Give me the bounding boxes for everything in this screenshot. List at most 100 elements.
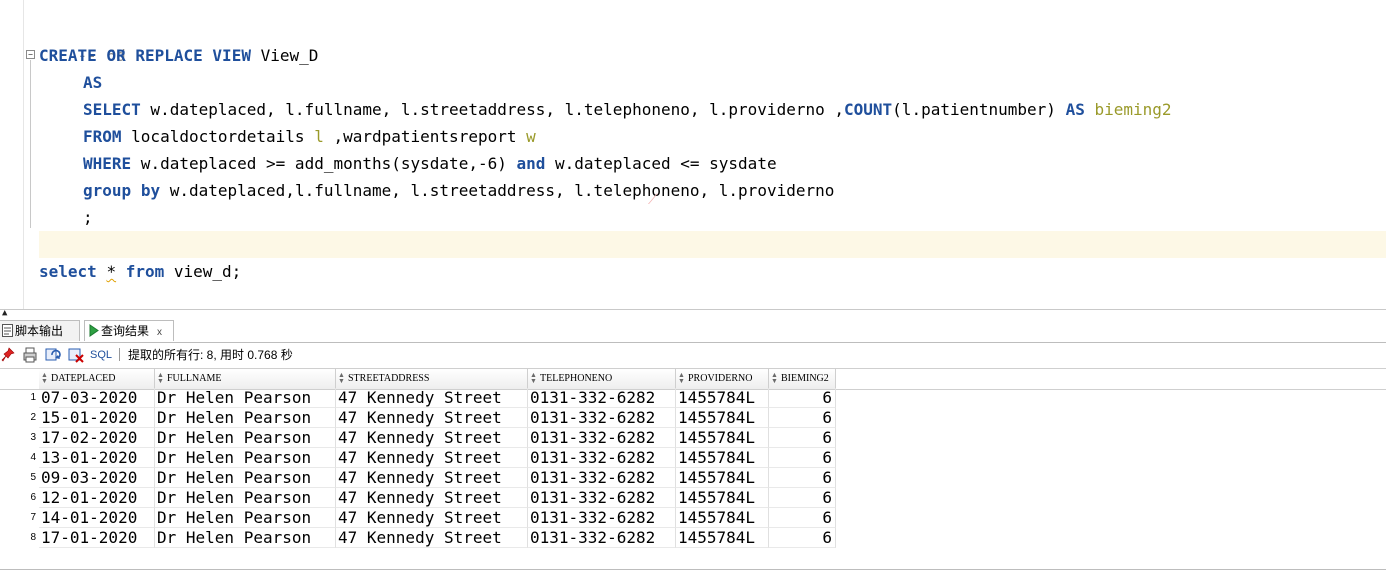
cell-telephoneno[interactable]: 0131-332-6282 [528,428,676,448]
cell-dateplaced[interactable]: 17-01-2020 [39,528,155,548]
cell-telephoneno[interactable]: 0131-332-6282 [528,388,676,408]
cell-dateplaced[interactable]: 12-01-2020 [39,488,155,508]
cell-providerno[interactable]: 1455784L [676,388,769,408]
export-icon[interactable] [67,346,85,364]
pin-icon[interactable] [0,346,18,364]
column-header-providerno[interactable]: ▲ ▼ PROVIDERNO [676,369,769,389]
table-row[interactable]: 8 17-01-2020 Dr Helen Pearson 47 Kennedy… [0,528,836,548]
close-icon[interactable]: x [157,327,162,338]
fold-collapse-icon[interactable]: − [26,50,35,59]
cell-streetaddress[interactable]: 47 Kennedy Street [336,408,528,428]
keyword-by: by [140,181,161,200]
cell-providerno[interactable]: 1455784L [676,508,769,528]
refresh-icon[interactable] [44,346,62,364]
fetch-status-text: 提取的所有行: 8, 用时 0.768 秒 [128,348,293,362]
cell-providerno[interactable]: 1455784L [676,408,769,428]
cell-dateplaced[interactable]: 17-02-2020 [39,428,155,448]
sort-icon[interactable]: ▲ ▼ [771,372,778,385]
cell-streetaddress[interactable]: 47 Kennedy Street [336,508,528,528]
cell-streetaddress[interactable]: 47 Kennedy Street [336,468,528,488]
cell-telephoneno[interactable]: 0131-332-6282 [528,528,676,548]
cell-dateplaced[interactable]: 07-03-2020 [39,388,155,408]
cell-fullname[interactable]: Dr Helen Pearson [155,408,336,428]
cell-streetaddress[interactable]: 47 Kennedy Street [336,388,528,408]
tab-query-result[interactable]: 查询结果 x [84,320,174,341]
code-line-select[interactable]: SELECT w.dateplaced, l.fullname, l.stree… [83,96,1172,123]
cell-telephoneno[interactable]: 0131-332-6282 [528,488,676,508]
cell-bieming2[interactable]: 6 [769,448,836,468]
table-row[interactable]: 2 15-01-2020 Dr Helen Pearson 47 Kennedy… [0,408,836,428]
cell-providerno[interactable]: 1455784L [676,428,769,448]
cell-fullname[interactable]: Dr Helen Pearson [155,428,336,448]
where-condition-1: w.dateplaced >= add_months(sysdate, [131,154,478,173]
cell-fullname[interactable]: Dr Helen Pearson [155,528,336,548]
code-line-where[interactable]: WHERE w.dateplaced >= add_months(sysdate… [83,150,777,177]
cell-fullname[interactable]: Dr Helen Pearson [155,388,336,408]
column-header-streetaddress[interactable]: ▲ ▼ STREETADDRESS [336,369,528,389]
cell-bieming2[interactable]: 6 [769,428,836,448]
tab-script-output[interactable]: 脚本输出x [0,320,80,358]
cell-telephoneno[interactable]: 0131-332-6282 [528,508,676,528]
where-condition-2: w.dateplaced <= sysdate [545,154,777,173]
results-grid[interactable]: ▲ ▼ DATEPLACED ▲ ▼ FULLNAME ▲ ▼ STREETADDRESS … [0,368,1386,570]
cell-fullname[interactable]: Dr Helen Pearson [155,468,336,488]
cell-telephoneno[interactable]: 0131-332-6282 [528,448,676,468]
cell-bieming2[interactable]: 6 [769,468,836,488]
cell-providerno[interactable]: 1455784L [676,528,769,548]
keyword-group: group [83,181,132,200]
cell-bieming2[interactable]: 6 [769,408,836,428]
cursor-mark: ⟋ [648,192,658,208]
cell-providerno[interactable]: 1455784L [676,488,769,508]
cell-fullname[interactable]: Dr Helen Pearson [155,488,336,508]
cell-providerno[interactable]: 1455784L [676,468,769,488]
sort-icon[interactable]: ▲ ▼ [678,372,685,385]
cell-providerno[interactable]: 1455784L [676,448,769,468]
row-number: 1 [30,392,36,403]
cell-telephoneno[interactable]: 0131-332-6282 [528,468,676,488]
code-line-semicolon[interactable]: ; [83,204,93,231]
table-row[interactable]: 5 09-03-2020 Dr Helen Pearson 47 Kennedy… [0,468,836,488]
code-line-create-view[interactable]: CREATE OR REPLACE VIEW View_D [39,42,318,69]
sort-icon[interactable]: ▲ ▼ [41,372,48,385]
cell-bieming2[interactable]: 6 [769,488,836,508]
cell-dateplaced[interactable]: 14-01-2020 [39,508,155,528]
row-number: 4 [30,452,36,463]
cell-bieming2[interactable]: 6 [769,528,836,548]
sort-icon[interactable]: ▲ ▼ [338,372,345,385]
code-line-comment[interactable]: -- 6d [39,15,126,65]
cell-dateplaced[interactable]: 13-01-2020 [39,448,155,468]
column-header-bieming2[interactable]: ▲ ▼ BIEMING2 [769,369,836,389]
keyword-replace: REPLACE [135,46,203,65]
sql-button[interactable]: SQL [90,347,112,363]
cell-dateplaced[interactable]: 15-01-2020 [39,408,155,428]
table-row[interactable]: 6 12-01-2020 Dr Helen Pearson 47 Kennedy… [0,488,836,508]
cell-bieming2[interactable]: 6 [769,388,836,408]
gutter-divider [23,0,24,309]
column-header-telephoneno[interactable]: ▲ ▼ TELEPHONENO [528,369,676,389]
code-line-select-view[interactable]: select * from view_d; [39,258,241,285]
cell-streetaddress[interactable]: 47 Kennedy Street [336,448,528,468]
column-header-fullname[interactable]: ▲ ▼ FULLNAME [155,369,336,389]
print-icon[interactable] [21,346,39,364]
table-row[interactable]: 3 17-02-2020 Dr Helen Pearson 47 Kennedy… [0,428,836,448]
sort-icon[interactable]: ▲ ▼ [530,372,537,385]
table-row[interactable]: 1 07-03-2020 Dr Helen Pearson 47 Kennedy… [0,388,836,408]
cell-streetaddress[interactable]: 47 Kennedy Street [336,528,528,548]
cell-streetaddress[interactable]: 47 Kennedy Street [336,488,528,508]
keyword-as: AS [83,73,103,92]
column-header-dateplaced[interactable]: ▲ ▼ DATEPLACED [39,369,155,389]
sort-icon[interactable]: ▲ ▼ [157,372,164,385]
cell-telephoneno[interactable]: 0131-332-6282 [528,408,676,428]
table-row[interactable]: 7 14-01-2020 Dr Helen Pearson 47 Kennedy… [0,508,836,528]
cell-dateplaced[interactable]: 09-03-2020 [39,468,155,488]
panel-splitter[interactable]: ▲▼ [0,309,1386,326]
table-row[interactable]: 4 13-01-2020 Dr Helen Pearson 47 Kennedy… [0,448,836,468]
cell-fullname[interactable]: Dr Helen Pearson [155,508,336,528]
code-line-group-by[interactable]: group by w.dateplaced,l.fullname, l.stre… [83,177,834,204]
cell-fullname[interactable]: Dr Helen Pearson [155,448,336,468]
code-line-from[interactable]: FROM localdoctordetails l ,wardpatientsr… [83,123,536,150]
code-line-as[interactable]: AS [83,69,102,96]
cell-bieming2[interactable]: 6 [769,508,836,528]
cell-streetaddress[interactable]: 47 Kennedy Street [336,428,528,448]
sql-editor[interactable]: − -- 6d CREATE OR REPLACE VIEW View_D AS… [0,0,1386,309]
